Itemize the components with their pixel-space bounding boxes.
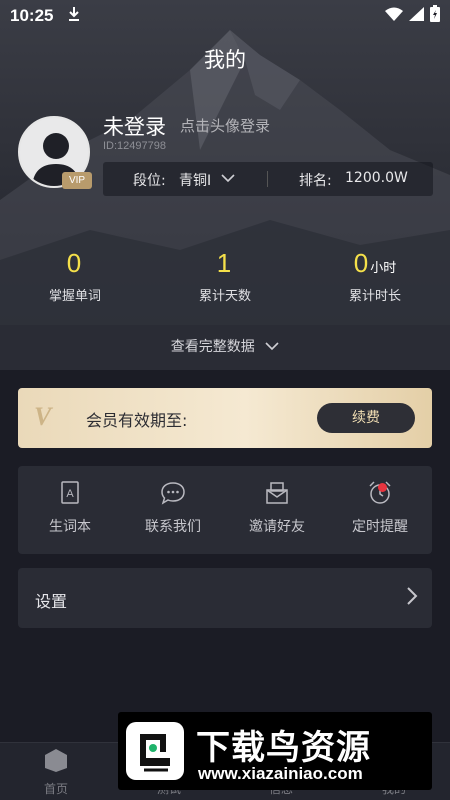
chevron-down-icon [265, 339, 279, 355]
status-bar: 10:25 [0, 0, 450, 32]
tool-invite-friends[interactable]: 邀请好友 [225, 480, 329, 536]
stat-unit: 小时 [370, 261, 397, 276]
rank-divider [267, 171, 268, 187]
battery-icon [430, 5, 440, 27]
watermark-banner: 下载鸟资源 www.xiazainiao.com [118, 712, 432, 790]
rank-value: 1200.0W [345, 170, 408, 186]
chevron-right-icon [406, 586, 418, 610]
tool-label: 定时提醒 [352, 519, 408, 535]
settings-row[interactable]: 设置 [18, 568, 432, 628]
tab-home[interactable]: 首页 [11, 748, 101, 797]
stat-total-days: 1 累计天数 [150, 248, 300, 304]
tool-label: 生词本 [49, 519, 91, 535]
notification-dot [378, 483, 387, 492]
invite-envelope-icon [266, 482, 288, 504]
watermark-url: www.xiazainiao.com [198, 764, 363, 783]
level-value[interactable]: 青铜I [179, 170, 211, 190]
tool-label: 联系我们 [145, 519, 201, 535]
vip-logo-icon: V [34, 402, 52, 431]
home-icon [45, 749, 67, 772]
tab-label: 首页 [43, 782, 68, 796]
svg-text:A: A [66, 488, 74, 500]
stat-value: 0 [66, 248, 82, 278]
stat-label: 累计天数 [198, 289, 251, 304]
wifi-icon [385, 6, 403, 26]
watermark-title: 下载鸟资源 [196, 728, 371, 768]
chevron-down-icon[interactable] [221, 171, 235, 187]
stat-label: 累计时长 [348, 289, 401, 304]
signal-icon [409, 6, 424, 26]
download-icon [67, 6, 81, 26]
view-full-data-button[interactable]: 查看完整数据 [0, 325, 450, 370]
page-title: 我的 [204, 48, 246, 72]
rank-label: 排名: [299, 173, 332, 189]
chat-bubble-icon [161, 482, 185, 505]
settings-label: 设置 [35, 592, 68, 611]
stat-value: 1 [216, 248, 232, 278]
stat-total-hours: 0 小时 累计时长 [300, 248, 450, 304]
stat-value: 0 [353, 248, 369, 278]
vip-badge: VIP [62, 172, 92, 189]
renew-button[interactable]: 续费 [317, 403, 415, 433]
user-name[interactable]: 未登录 [103, 111, 166, 141]
watermark-bird-logo-icon [126, 722, 184, 780]
stats-row: 0 掌握单词 1 累计天数 0 小时 累计时长 [0, 248, 450, 308]
membership-expiry-label: 会员有效期至: [86, 411, 188, 430]
tools-panel: A 生词本 联系我们 邀请好友 定时提醒 [18, 466, 432, 554]
membership-card: V 会员有效期至: 续费 [18, 388, 432, 448]
tool-contact-us[interactable]: 联系我们 [121, 480, 225, 536]
login-hint[interactable]: 点击头像登录 [180, 115, 270, 136]
rank-box: 段位: 青铜I 排名: 1200.0W [103, 162, 433, 196]
vocabulary-book-icon: A [61, 481, 79, 504]
user-id: ID:12497798 [103, 140, 166, 152]
tool-label: 邀请好友 [249, 519, 305, 535]
status-time: 10:25 [10, 6, 54, 25]
tool-vocabulary-book[interactable]: A 生词本 [18, 480, 122, 536]
level-label: 段位: [133, 173, 166, 189]
view-full-data-label: 查看完整数据 [170, 339, 255, 355]
stat-label: 掌握单词 [48, 289, 101, 304]
stat-mastered-words: 0 掌握单词 [0, 248, 150, 304]
